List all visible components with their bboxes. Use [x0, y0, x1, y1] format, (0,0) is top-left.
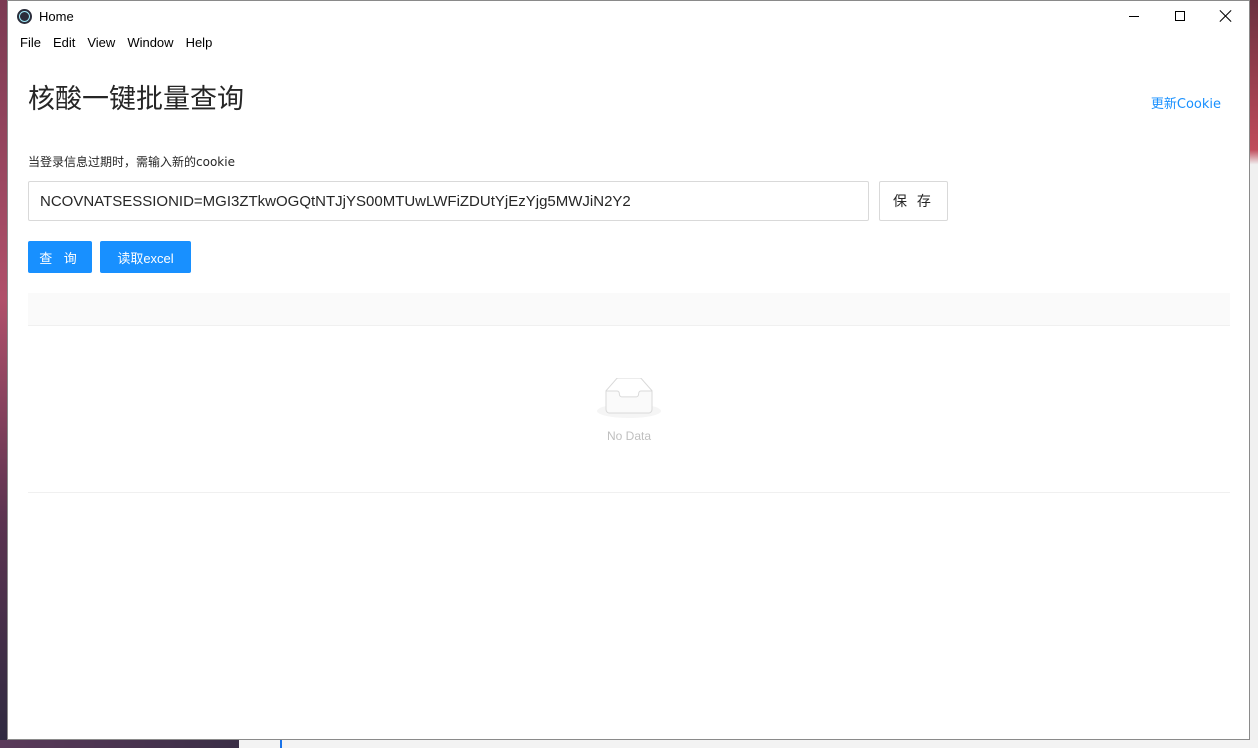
menu-bar: File Edit View Window Help [8, 31, 1249, 53]
desktop-file-icon [280, 740, 290, 748]
update-cookie-link[interactable]: 更新Cookie [1151, 93, 1221, 112]
empty-text: No Data [606, 428, 652, 443]
table-empty-state: No Data [28, 326, 1230, 493]
close-icon [1220, 10, 1232, 22]
menu-view[interactable]: View [81, 35, 121, 50]
menu-help[interactable]: Help [180, 35, 219, 50]
minimize-button[interactable] [1111, 1, 1157, 31]
table-header [28, 293, 1230, 326]
save-button[interactable]: 保 存 [879, 181, 948, 221]
maximize-icon [1175, 11, 1185, 21]
cookie-input[interactable] [28, 181, 869, 221]
desktop-background [1250, 0, 1258, 748]
menu-file[interactable]: File [14, 35, 47, 50]
page-title: 核酸一键批量查询 [28, 84, 244, 115]
maximize-button[interactable] [1157, 1, 1203, 31]
app-window: Home File Edit View Window Help 核酸一键批量查询… [7, 0, 1250, 740]
window-controls [1111, 1, 1249, 31]
query-button[interactable]: 查 询 [28, 241, 92, 273]
inbox-icon [597, 377, 661, 418]
title-bar[interactable]: Home [8, 1, 1249, 31]
close-button[interactable] [1203, 1, 1249, 31]
electron-icon [17, 8, 32, 24]
desktop-taskbar-strip [0, 740, 1258, 748]
window-title: Home [39, 8, 74, 24]
menu-edit[interactable]: Edit [47, 35, 81, 50]
minimize-icon [1129, 15, 1139, 17]
read-excel-button[interactable]: 读取excel [100, 241, 191, 273]
cookie-hint: 当登录信息过期时，需输入新的cookie [28, 155, 235, 169]
menu-window[interactable]: Window [121, 35, 179, 50]
